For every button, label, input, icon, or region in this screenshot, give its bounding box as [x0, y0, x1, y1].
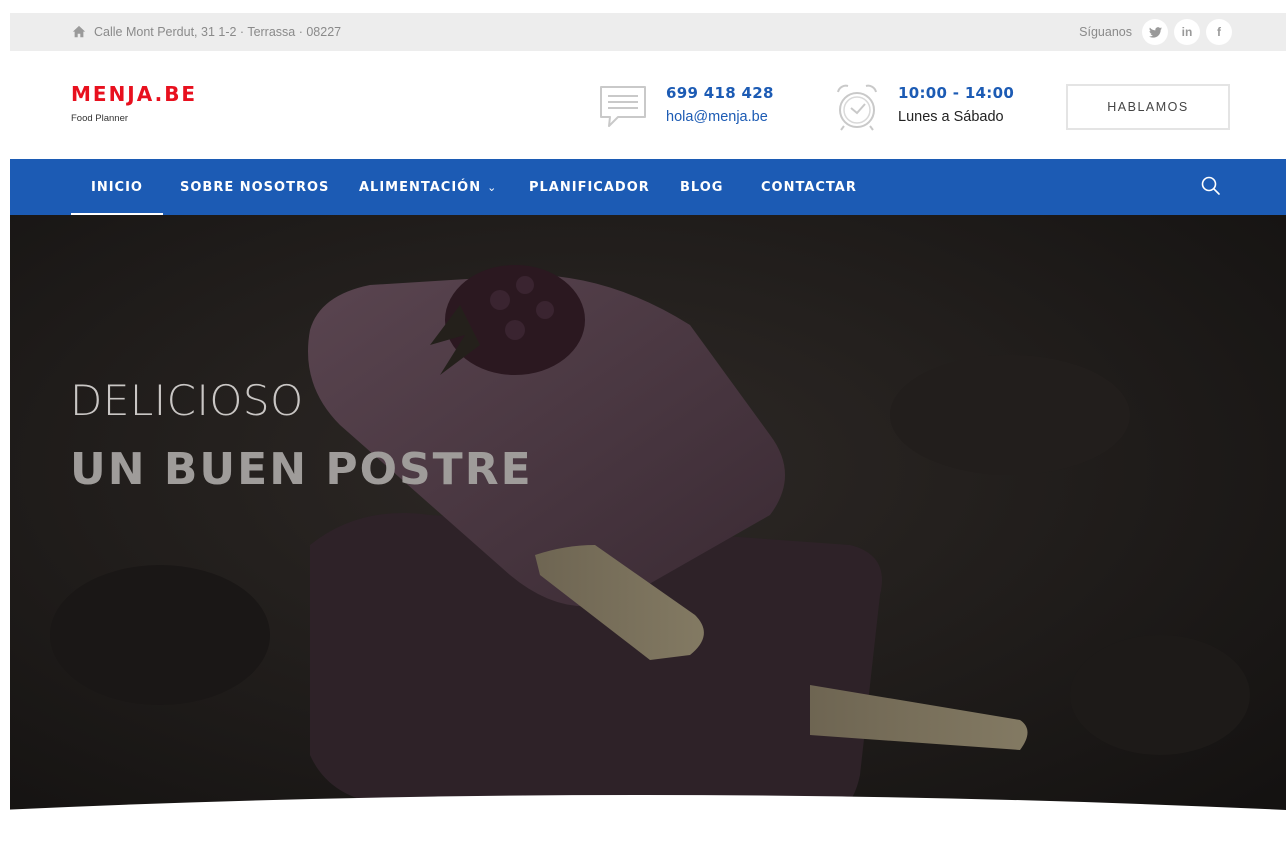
opening-days: Lunes a Sábado [898, 109, 1004, 125]
follow-label: Síguanos [1079, 25, 1132, 39]
linkedin-glyph: in [1181, 25, 1193, 39]
nav-item-planificador[interactable]: PLANIFICADOR [529, 159, 650, 215]
alarm-clock-icon [837, 84, 877, 131]
nav-label: SOBRE NOSOTROS [180, 179, 330, 195]
address-text: Calle Mont Perdut, 31 1-2 · Terrassa · 0… [94, 25, 342, 39]
nav-item-alimentacion[interactable]: ALIMENTACIÓN ⌄ [359, 159, 497, 215]
facebook-icon[interactable]: f [1206, 19, 1232, 45]
address: Calle Mont Perdut, 31 1-2 · Terrassa · 0… [72, 13, 341, 51]
linkedin-icon[interactable]: in [1174, 19, 1200, 45]
search-icon[interactable] [1200, 175, 1222, 197]
phone-number[interactable]: 699 418 428 [666, 84, 774, 102]
hero-heading-line2: UN BUEN POSTRE [70, 444, 533, 495]
site-logo[interactable]: MENJA.BE [71, 82, 197, 106]
nav-item-contactar[interactable]: CONTACTAR [761, 159, 857, 215]
nav-label: CONTACTAR [761, 179, 857, 195]
slider-pagination [634, 814, 666, 827]
facebook-glyph: f [1217, 25, 1221, 39]
main-nav: INICIO SOBRE NOSOTROS ALIMENTACIÓN ⌄ PLAN… [10, 159, 1286, 215]
social-links: Síguanos in f [1079, 13, 1232, 51]
slider-dot-2[interactable] [653, 814, 666, 827]
chevron-down-icon: ⌄ [487, 180, 498, 194]
email-link[interactable]: hola@menja.be [666, 109, 768, 125]
twitter-icon[interactable] [1142, 19, 1168, 45]
top-bar: Calle Mont Perdut, 31 1-2 · Terrassa · 0… [10, 13, 1286, 51]
hero-heading-line1: DELICIOSO [70, 376, 304, 425]
site-tagline: Food Planner [71, 113, 129, 124]
nav-label: BLOG [680, 179, 724, 195]
hero-background-image [10, 215, 1286, 847]
opening-hours: 10:00 - 14:00 [898, 84, 1015, 102]
home-icon [72, 25, 86, 38]
nav-label: PLANIFICADOR [529, 179, 650, 195]
slider-dot-1[interactable] [634, 814, 647, 827]
nav-label: ALIMENTACIÓN [359, 179, 482, 195]
nav-label: INICIO [91, 179, 143, 195]
contact-cta-button[interactable]: HABLAMOS [1066, 84, 1230, 130]
hero-slider [10, 215, 1286, 847]
nav-item-sobre-nosotros[interactable]: SOBRE NOSOTROS [180, 159, 329, 215]
message-icon [600, 86, 646, 127]
nav-item-blog[interactable]: BLOG [680, 159, 723, 215]
nav-item-inicio[interactable]: INICIO [71, 159, 163, 215]
